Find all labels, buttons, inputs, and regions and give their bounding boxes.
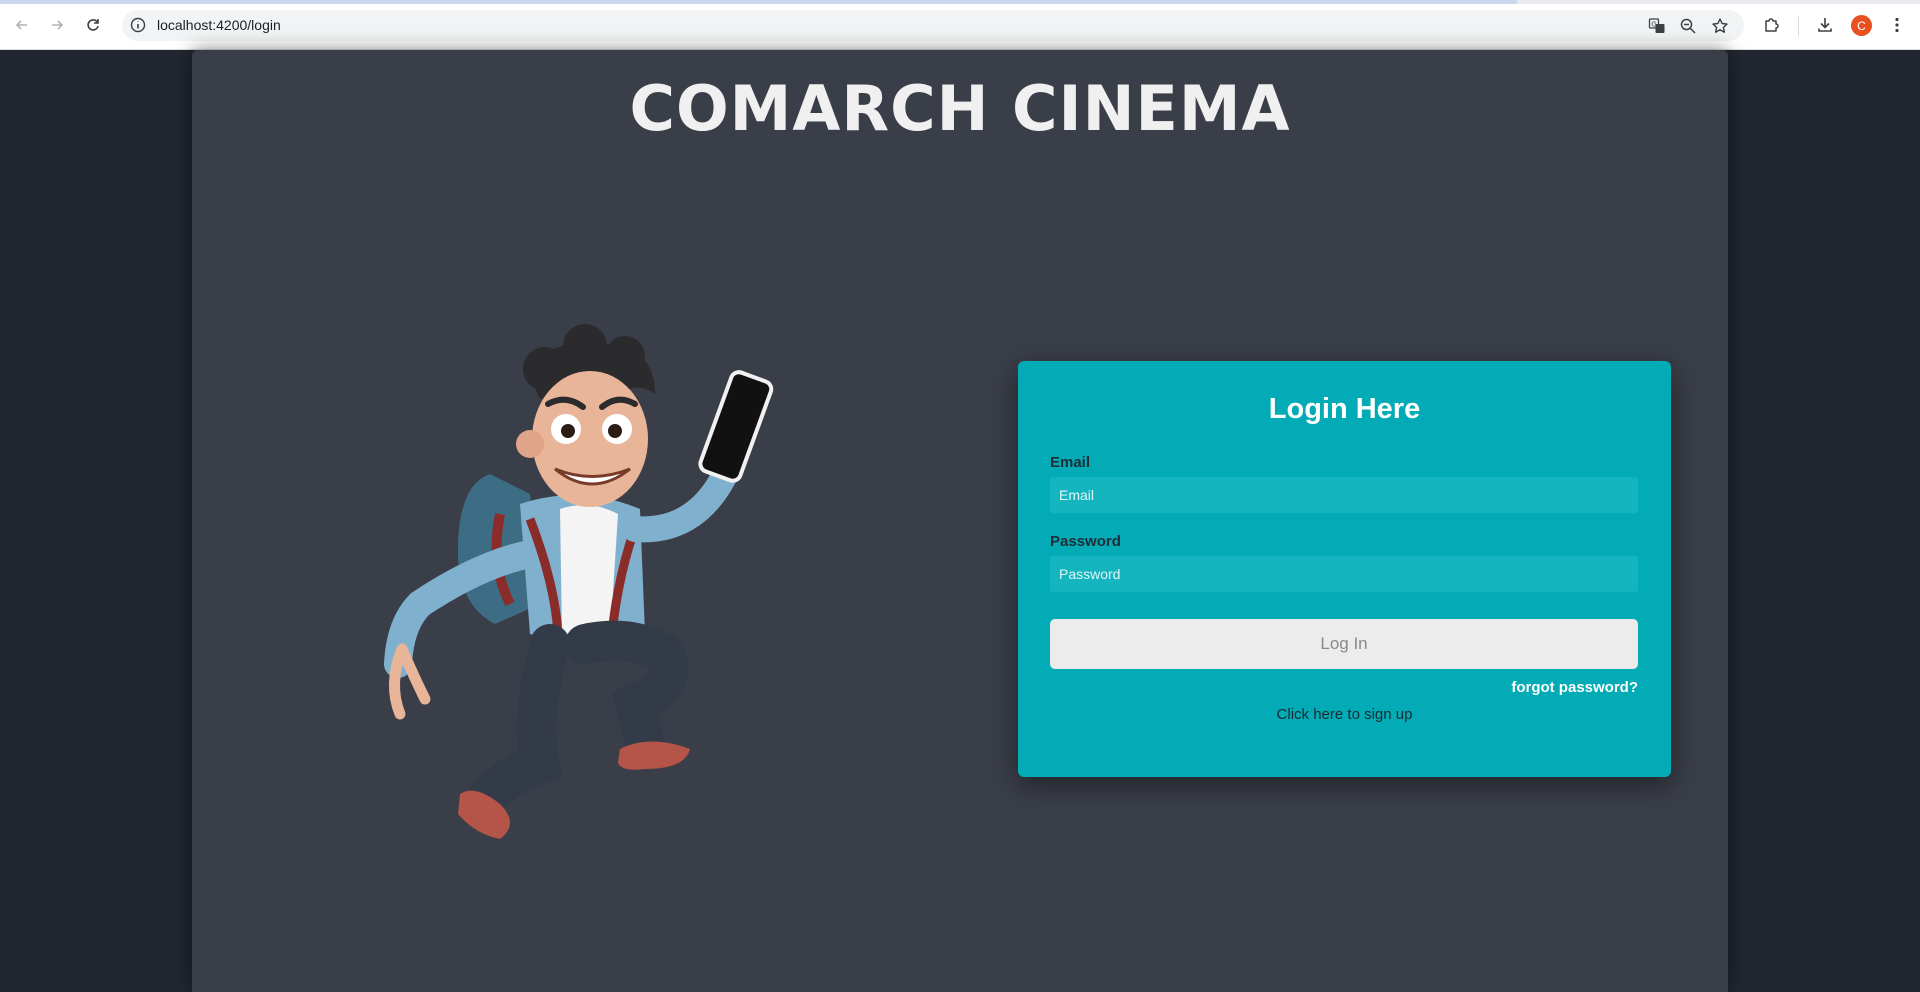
- profile-avatar[interactable]: C: [1851, 15, 1872, 36]
- browser-toolbar: localhost:4200/login G C: [0, 0, 1920, 50]
- translate-icon[interactable]: G: [1648, 17, 1666, 35]
- forgot-password-link[interactable]: forgot password?: [1511, 679, 1638, 696]
- password-label: Password: [1050, 533, 1121, 550]
- extensions-icon[interactable]: [1761, 14, 1783, 36]
- back-icon[interactable]: [11, 14, 33, 36]
- password-field[interactable]: [1050, 556, 1638, 592]
- info-icon[interactable]: [130, 17, 146, 33]
- url-text[interactable]: localhost:4200/login: [157, 17, 281, 33]
- zoom-icon[interactable]: [1679, 17, 1697, 35]
- login-button[interactable]: Log In: [1050, 619, 1638, 669]
- email-label: Email: [1050, 454, 1091, 471]
- login-card: Login Here Email Password Log In forgot …: [1018, 361, 1671, 777]
- reload-icon[interactable]: [82, 14, 104, 36]
- signup-link[interactable]: Click here to sign up: [1018, 706, 1671, 723]
- toolbar-separator: [1798, 16, 1799, 36]
- character-illustration: [384, 324, 774, 839]
- address-bar[interactable]: localhost:4200/login G: [122, 10, 1744, 41]
- forward-icon[interactable]: [46, 14, 68, 36]
- page-title: COMARCH CINEMA: [629, 72, 1291, 145]
- main-panel: COMARCH CINEMA Login Here Email Email Pa…: [192, 50, 1728, 992]
- svg-text:G: G: [1651, 20, 1656, 28]
- email-field[interactable]: [1050, 477, 1638, 513]
- bookmark-star-icon[interactable]: [1711, 17, 1729, 35]
- login-heading: Login Here: [1268, 393, 1421, 425]
- page-load-progress: [0, 0, 1920, 4]
- menu-icon[interactable]: [1886, 14, 1908, 36]
- download-icon[interactable]: [1814, 14, 1836, 36]
